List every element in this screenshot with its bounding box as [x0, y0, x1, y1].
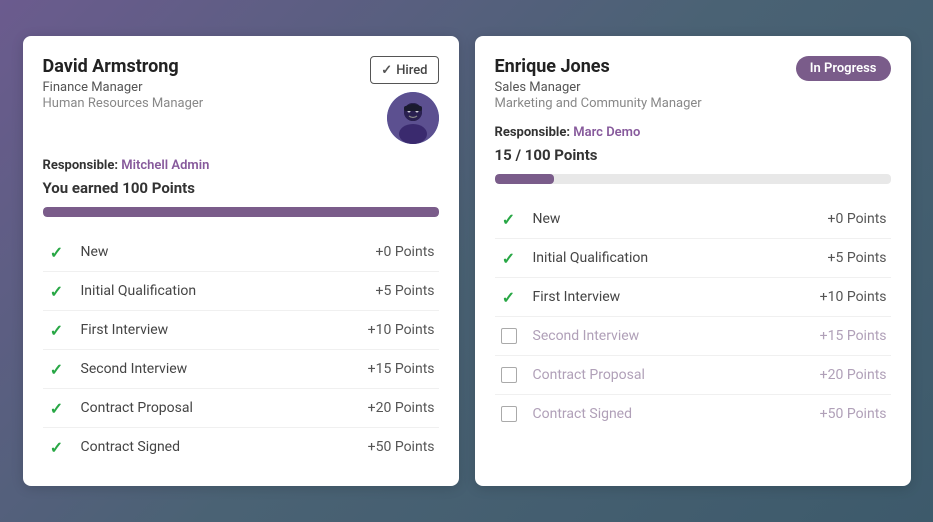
header-right: ✓Hired	[370, 56, 438, 144]
stage-name: New	[533, 211, 828, 227]
empty-checkbox-icon	[499, 326, 519, 346]
stage-name: First Interview	[81, 322, 368, 338]
points-label: You earned 100 Points	[43, 179, 439, 197]
stage-name: Contract Signed	[533, 406, 820, 422]
job-title-1: Finance Manager	[43, 80, 371, 95]
stage-row: ✓ Contract Proposal+20 Points	[43, 388, 439, 427]
status-badge: In Progress	[796, 56, 891, 81]
stage-name: Contract Proposal	[533, 367, 820, 383]
progress-bar-fill	[495, 174, 554, 184]
check-icon: ✓	[47, 242, 67, 262]
card-enrique: Enrique Jones Sales ManagerMarketing and …	[475, 36, 911, 486]
stage-name: Second Interview	[81, 361, 368, 377]
responsible-section: Responsible: Marc Demo	[495, 125, 891, 140]
points-label: 15 / 100 Points	[495, 146, 891, 164]
check-icon: ✓	[47, 437, 67, 457]
job-title-1: Sales Manager	[495, 80, 796, 95]
stage-row: ✓ New+0 Points	[43, 233, 439, 271]
card-header: Enrique Jones Sales ManagerMarketing and …	[495, 56, 891, 111]
stage-row: ✓ Second Interview+15 Points	[43, 349, 439, 388]
stage-points: +5 Points	[376, 283, 435, 299]
stage-points: +20 Points	[368, 400, 435, 416]
progress-bar	[43, 207, 439, 217]
stage-points: +0 Points	[376, 244, 435, 260]
card-header: David Armstrong Finance ManagerHuman Reso…	[43, 56, 439, 144]
stage-row: ✓ First Interview+10 Points	[43, 310, 439, 349]
stage-row: Second Interview+15 Points	[495, 316, 891, 355]
check-icon: ✓	[47, 320, 67, 340]
stage-row: Contract Proposal+20 Points	[495, 355, 891, 394]
stage-points: +0 Points	[828, 211, 887, 227]
header-right: In Progress	[796, 56, 891, 81]
candidate-name: Enrique Jones	[495, 56, 796, 77]
stage-row: ✓ New+0 Points	[495, 200, 891, 238]
stage-points: +5 Points	[828, 250, 887, 266]
responsible-label: Responsible: Mitchell Admin	[43, 158, 439, 173]
stage-name: Initial Qualification	[533, 250, 828, 266]
stage-row: ✓ Contract Signed+50 Points	[43, 427, 439, 466]
stage-points: +10 Points	[368, 322, 435, 338]
stage-list: ✓ New+0 Points ✓ Initial Qualification+5 Po…	[43, 233, 439, 466]
stage-row: Contract Signed+50 Points	[495, 394, 891, 433]
stage-row: ✓ Initial Qualification+5 Points	[43, 271, 439, 310]
card-david: David Armstrong Finance ManagerHuman Reso…	[23, 36, 459, 486]
cards-container: David Armstrong Finance ManagerHuman Reso…	[7, 20, 927, 502]
stage-name: Second Interview	[533, 328, 820, 344]
responsible-label: Responsible: Marc Demo	[495, 125, 891, 140]
stage-points: +20 Points	[820, 367, 887, 383]
empty-checkbox-icon	[499, 404, 519, 424]
job-title-2: Human Resources Manager	[43, 96, 371, 111]
stage-name: Initial Qualification	[81, 283, 376, 299]
responsible-section: Responsible: Mitchell Admin	[43, 158, 439, 173]
header-left: Enrique Jones Sales ManagerMarketing and …	[495, 56, 796, 111]
stage-list: ✓ New+0 Points ✓ Initial Qualification+5 Po…	[495, 200, 891, 433]
header-left: David Armstrong Finance ManagerHuman Reso…	[43, 56, 371, 111]
stage-name: First Interview	[533, 289, 820, 305]
job-title-2: Marketing and Community Manager	[495, 96, 796, 111]
candidate-name: David Armstrong	[43, 56, 371, 77]
stage-points: +10 Points	[820, 289, 887, 305]
check-icon: ✓	[499, 287, 519, 307]
stage-name: Contract Signed	[81, 439, 368, 455]
progress-bar-fill	[43, 207, 439, 217]
stage-row: ✓ First Interview+10 Points	[495, 277, 891, 316]
stage-name: Contract Proposal	[81, 400, 368, 416]
status-badge: ✓Hired	[370, 56, 438, 84]
check-icon: ✓	[47, 281, 67, 301]
stage-points: +15 Points	[368, 361, 435, 377]
avatar	[387, 92, 439, 144]
stage-points: +50 Points	[368, 439, 435, 455]
empty-checkbox-icon	[499, 365, 519, 385]
stage-points: +15 Points	[820, 328, 887, 344]
check-icon: ✓	[47, 398, 67, 418]
stage-points: +50 Points	[820, 406, 887, 422]
check-icon: ✓	[499, 248, 519, 268]
check-icon: ✓	[499, 209, 519, 229]
progress-bar	[495, 174, 891, 184]
check-icon: ✓	[47, 359, 67, 379]
stage-name: New	[81, 244, 376, 260]
stage-row: ✓ Initial Qualification+5 Points	[495, 238, 891, 277]
